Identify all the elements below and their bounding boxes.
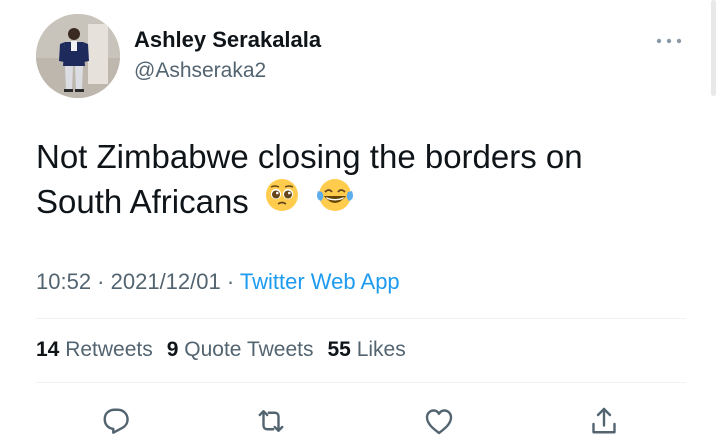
scrollbar-thumb[interactable] bbox=[711, 0, 716, 96]
tweet-text-line1: Not Zimbabwe closing the borders on bbox=[36, 138, 583, 175]
author-handle[interactable]: @Ashseraka2 bbox=[134, 59, 266, 83]
divider bbox=[36, 318, 686, 319]
tweet-date[interactable]: 2021/12/01 bbox=[111, 269, 221, 294]
tweet-card: Ashley Serakalala @Ashseraka2 Not Zimbab… bbox=[0, 0, 720, 444]
author-display-name[interactable]: Ashley Serakalala bbox=[134, 27, 321, 53]
quote-tweets-count: 9 bbox=[166, 338, 179, 361]
tweet-text: Not Zimbabwe closing the borders on Sout… bbox=[36, 134, 676, 224]
quote-tweets-label: Quote Tweets bbox=[184, 338, 314, 361]
divider bbox=[36, 382, 686, 383]
author-avatar[interactable] bbox=[36, 14, 120, 98]
tweet-source-link[interactable]: Twitter Web App bbox=[240, 269, 400, 294]
likes-count: 55 bbox=[327, 338, 351, 361]
pleading-face-icon bbox=[264, 177, 300, 224]
tweet-time[interactable]: 10:52 bbox=[36, 269, 91, 294]
like-icon[interactable] bbox=[421, 403, 457, 439]
likes-label: Likes bbox=[356, 338, 406, 361]
more-options-icon[interactable] bbox=[654, 34, 684, 46]
retweet-icon[interactable] bbox=[253, 403, 289, 439]
retweets-count: 14 bbox=[36, 338, 60, 361]
meta-separator: · bbox=[220, 269, 240, 294]
tweet-stats: 14 Retweets 9 Quote Tweets 55 Likes bbox=[36, 338, 420, 362]
tweet-text-line2-words: South Africans bbox=[36, 183, 249, 220]
retweets-stat[interactable]: 14 Retweets bbox=[36, 338, 153, 361]
likes-stat[interactable]: 55 Likes bbox=[327, 338, 405, 361]
share-icon[interactable] bbox=[586, 403, 622, 439]
profile-photo-icon bbox=[36, 14, 120, 98]
reply-icon[interactable] bbox=[98, 403, 134, 439]
meta-separator: · bbox=[91, 269, 111, 294]
retweets-label: Retweets bbox=[65, 338, 153, 361]
quote-tweets-stat[interactable]: 9 Quote Tweets bbox=[167, 338, 314, 361]
tweet-text-line2: South Africans bbox=[36, 177, 676, 224]
face-with-tears-of-joy-icon bbox=[315, 177, 355, 224]
tweet-meta: 10:52 · 2021/12/01 · Twitter Web App bbox=[36, 269, 400, 295]
